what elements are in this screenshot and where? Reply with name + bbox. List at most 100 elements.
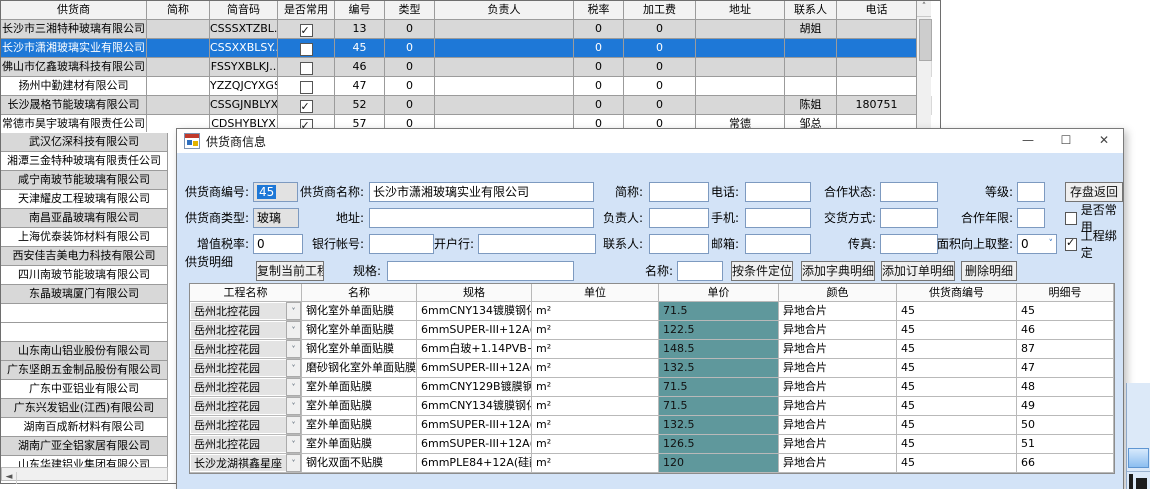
name-cell[interactable]: 室外单面贴膜 xyxy=(302,416,417,435)
spec-cell[interactable]: 6mmSUPER-III+12A(硅... xyxy=(417,435,532,454)
grid-column-header[interactable]: 名称 xyxy=(302,284,417,302)
spec-cell[interactable]: 6mmSUPER-III+12A(硅... xyxy=(417,416,532,435)
unit-cell[interactable]: m² xyxy=(532,340,659,359)
close-icon[interactable]: ✕ xyxy=(1085,129,1123,153)
table-row[interactable]: 长沙市三湘特种玻璃有限公司CSSSXTZBL..13000胡姐 xyxy=(1,20,932,39)
list-item[interactable]: 东晶玻璃厦门有限公司 xyxy=(1,285,168,304)
table-row[interactable]: 长沙市潇湘玻璃实业有限公司CSSXXBLSY..45000 xyxy=(1,39,932,58)
table-row[interactable]: 扬州中勤建材有限公司YZZQJCYXGS47000 xyxy=(1,77,932,96)
spec-cell[interactable]: 6mmCNY134镀膜钢化 xyxy=(417,397,532,416)
detail-no-cell[interactable]: 47 xyxy=(1017,359,1114,378)
list-item[interactable]: 湘潭三金特种玻璃有限责任公司 xyxy=(1,152,168,171)
phone-input[interactable] xyxy=(745,182,811,202)
column-header-code[interactable]: 简音码 xyxy=(210,1,278,20)
email-input[interactable] xyxy=(745,234,811,254)
project-name-combo[interactable]: 岳州北控花园˅ xyxy=(190,416,302,435)
spec-cell[interactable]: 6mm白玻+1.14PVB+6mm... xyxy=(417,340,532,359)
unit-cell[interactable]: m² xyxy=(532,359,659,378)
spec-cell[interactable]: 6mmSUPER-III+12A(硅... xyxy=(417,359,532,378)
project-name-combo[interactable]: 岳州北控花园˅ xyxy=(190,435,302,454)
project-name-combo[interactable]: 长沙龙湖祺鑫星座˅ xyxy=(190,454,302,473)
grid-row[interactable]: 岳州北控花园˅室外单面贴膜6mmCNY134镀膜钢化m²71.5异地合片4549 xyxy=(190,397,1114,416)
column-header-common[interactable]: 是否常用 xyxy=(278,1,335,20)
list-item[interactable] xyxy=(1,323,168,342)
scroll-up-icon[interactable]: ˄ xyxy=(917,1,931,17)
abbr-input[interactable] xyxy=(649,182,709,202)
mobile-input[interactable] xyxy=(745,208,811,228)
unit-cell[interactable]: m² xyxy=(532,302,659,321)
supplier-table-vscrollbar[interactable]: ˄ xyxy=(916,1,931,131)
list-item[interactable]: 广东中亚铝业有限公司 xyxy=(1,380,168,399)
grid-column-header[interactable]: 规格 xyxy=(417,284,532,302)
price-cell[interactable]: 71.5 xyxy=(659,302,779,321)
list-item[interactable] xyxy=(1,304,168,323)
supplier-no-cell[interactable]: 45 xyxy=(897,340,1017,359)
name-cell[interactable]: 室外单面贴膜 xyxy=(302,397,417,416)
price-cell[interactable]: 126.5 xyxy=(659,435,779,454)
area-roundup-select[interactable]: 0 ˅ xyxy=(1017,234,1057,254)
column-header-tax[interactable]: 税率 xyxy=(574,1,624,20)
detail-no-cell[interactable]: 45 xyxy=(1017,302,1114,321)
list-item[interactable]: 南昌亚晶玻璃有限公司 xyxy=(1,209,168,228)
save-return-button[interactable]: 存盘返回 xyxy=(1065,182,1123,202)
unit-cell[interactable]: m² xyxy=(532,397,659,416)
grid-row[interactable]: 岳州北控花园˅室外单面贴膜6mmSUPER-III+12A(硅...m²126.… xyxy=(190,435,1114,454)
column-header-addr[interactable]: 地址 xyxy=(696,1,785,20)
chevron-down-icon[interactable]: ˅ xyxy=(286,340,301,358)
supplier-no-cell[interactable]: 45 xyxy=(897,378,1017,397)
common-use-checkbox-icon[interactable] xyxy=(300,100,313,113)
column-header-type[interactable]: 类型 xyxy=(385,1,435,20)
coop-status-input[interactable] xyxy=(880,182,938,202)
manager-input[interactable] xyxy=(649,208,709,228)
color-cell[interactable]: 异地合片 xyxy=(779,359,897,378)
vscroll-thumb[interactable] xyxy=(919,19,932,61)
column-header-supplier[interactable]: 供货商 xyxy=(1,1,147,20)
chevron-down-icon[interactable]: ˅ xyxy=(286,454,301,472)
supplier-no-cell[interactable]: 45 xyxy=(897,454,1017,473)
add-order-detail-button[interactable]: 添加订单明细 xyxy=(881,261,955,281)
spec-filter-input[interactable] xyxy=(387,261,574,281)
vat-rate-input[interactable]: 0 xyxy=(253,234,303,254)
column-header-contact[interactable]: 联系人 xyxy=(785,1,837,20)
spec-cell[interactable]: 6mmCNY134镀膜钢化 xyxy=(417,302,532,321)
grid-row[interactable]: 岳州北控花园˅钢化室外单面贴膜6mmCNY134镀膜钢化m²71.5异地合片45… xyxy=(190,302,1114,321)
table-row[interactable]: 佛山市亿鑫玻璃科技有限公司FSSYXBLKJ..46000 xyxy=(1,58,932,77)
supplier-type-input[interactable]: 玻璃 xyxy=(253,208,299,228)
bank-name-input[interactable] xyxy=(478,234,596,254)
color-cell[interactable]: 异地合片 xyxy=(779,302,897,321)
name-cell[interactable]: 磨砂钢化室外单面贴膜 xyxy=(302,359,417,378)
unit-cell[interactable]: m² xyxy=(532,454,659,473)
unit-cell[interactable]: m² xyxy=(532,378,659,397)
unit-cell[interactable]: m² xyxy=(532,321,659,340)
detail-no-cell[interactable]: 51 xyxy=(1017,435,1114,454)
detail-no-cell[interactable]: 66 xyxy=(1017,454,1114,473)
price-cell[interactable]: 122.5 xyxy=(659,321,779,340)
spec-cell[interactable]: 6mmSUPER-III+12A(硅... xyxy=(417,321,532,340)
column-header-manager[interactable]: 负责人 xyxy=(435,1,574,20)
list-item[interactable]: 武汉亿深科技有限公司 xyxy=(1,133,168,152)
bank-account-input[interactable] xyxy=(369,234,434,254)
detail-no-cell[interactable]: 50 xyxy=(1017,416,1114,435)
color-cell[interactable]: 异地合片 xyxy=(779,435,897,454)
add-dict-detail-button[interactable]: 添加字典明细 xyxy=(801,261,875,281)
price-cell[interactable]: 71.5 xyxy=(659,378,779,397)
supplier-name-input[interactable]: 长沙市潇湘玻璃实业有限公司 xyxy=(369,182,594,202)
list-item[interactable]: 湖南百成新材料有限公司 xyxy=(1,418,168,437)
contact-input[interactable] xyxy=(649,234,709,254)
chevron-down-icon[interactable]: ˅ xyxy=(286,321,301,339)
delivery-method-input[interactable] xyxy=(880,208,938,228)
common-use-checkbox[interactable]: 是否常用 xyxy=(1065,208,1123,228)
name-cell[interactable]: 钢化双面不贴膜 xyxy=(302,454,417,473)
coop-years-input[interactable] xyxy=(1017,208,1045,228)
project-name-combo[interactable]: 岳州北控花园˅ xyxy=(190,302,302,321)
project-name-combo[interactable]: 岳州北控花园˅ xyxy=(190,321,302,340)
scroll-left-icon[interactable]: ◄ xyxy=(2,472,17,484)
grid-column-header[interactable]: 单价 xyxy=(659,284,779,302)
locate-by-condition-button[interactable]: 按条件定位 xyxy=(731,261,793,281)
minimize-icon[interactable]: — xyxy=(1009,129,1047,153)
grid-column-header[interactable]: 明细号 xyxy=(1017,284,1114,302)
grid-row[interactable]: 长沙龙湖祺鑫星座˅钢化双面不贴膜6mmPLE84+12A(硅酮胶...m²120… xyxy=(190,454,1114,473)
supplier-no-cell[interactable]: 45 xyxy=(897,302,1017,321)
common-use-checkbox-icon[interactable] xyxy=(300,62,313,75)
spec-cell[interactable]: 6mmPLE84+12A(硅酮胶... xyxy=(417,454,532,473)
